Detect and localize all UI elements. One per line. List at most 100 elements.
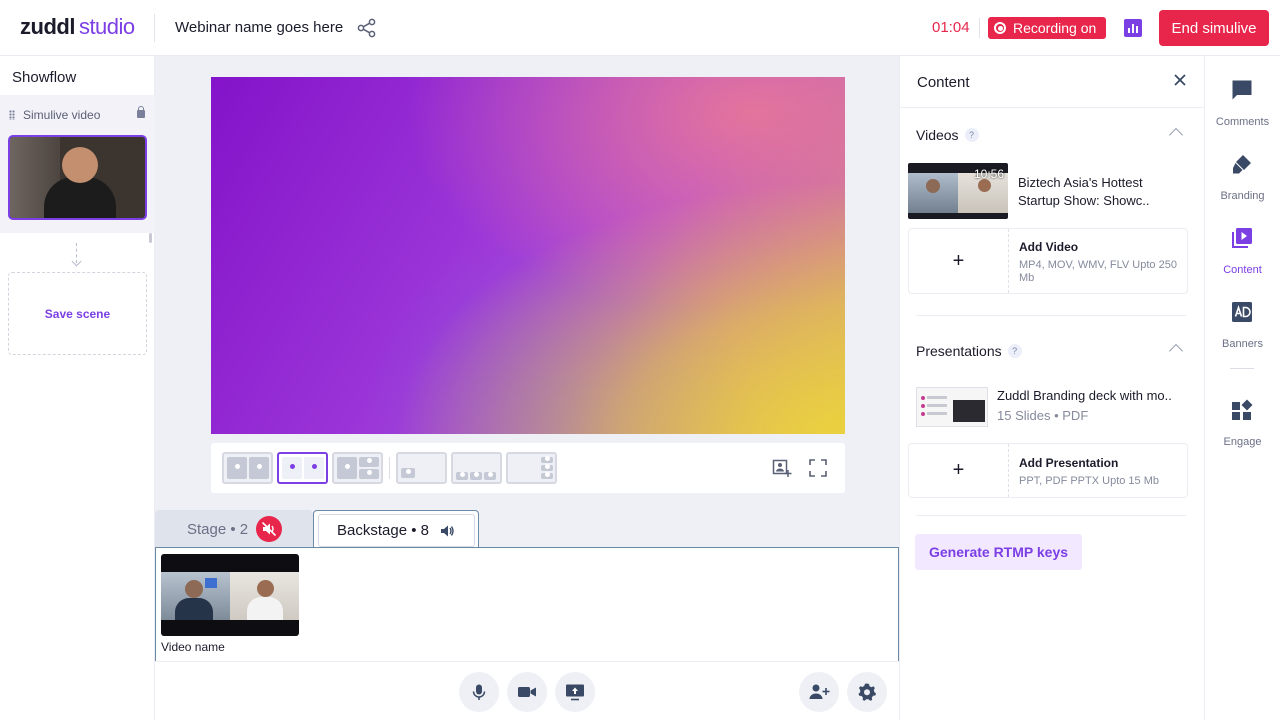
end-simulive-button[interactable]: End simulive bbox=[1159, 10, 1269, 46]
videos-section-title: Videos ? bbox=[916, 127, 979, 143]
video-duration: 10:56 bbox=[973, 167, 1004, 181]
scene-card[interactable]: Simulive video bbox=[0, 95, 155, 233]
top-bar: zuddl studio Webinar name goes here 01:04… bbox=[0, 0, 1280, 56]
share-icon[interactable] bbox=[357, 18, 377, 38]
timer-divider bbox=[979, 18, 980, 38]
rail-label-comments: Comments bbox=[1215, 116, 1270, 128]
ad-icon bbox=[1232, 302, 1252, 322]
chevron-up-icon[interactable] bbox=[1168, 343, 1184, 359]
rail-item-engage[interactable]: Engage bbox=[1205, 399, 1280, 461]
layout-option-screen-bottom-row[interactable] bbox=[451, 452, 502, 484]
backstage-panel: Video name bbox=[155, 547, 899, 661]
presentations-title-text: Presentations bbox=[916, 343, 1002, 359]
slide-bullet bbox=[921, 412, 925, 416]
layout-option-two-up[interactable] bbox=[277, 452, 328, 484]
slide-bullet bbox=[921, 396, 925, 400]
muted-speaker-icon[interactable] bbox=[256, 516, 283, 542]
help-icon[interactable]: ? bbox=[964, 128, 979, 142]
layout-cell bbox=[359, 457, 379, 467]
thumbnail-person-body bbox=[175, 598, 213, 620]
layout-cell bbox=[470, 472, 482, 480]
settings-button[interactable] bbox=[847, 672, 887, 712]
logo-brand: zuddl bbox=[20, 14, 75, 39]
save-scene-button[interactable]: Save scene bbox=[8, 272, 147, 355]
add-overlay-icon[interactable] bbox=[772, 458, 792, 478]
rail-label-content: Content bbox=[1223, 264, 1262, 276]
showflow-title: Showflow bbox=[12, 69, 77, 86]
add-person-icon bbox=[809, 684, 830, 699]
presentation-title: Zuddl Branding deck with mo.. bbox=[997, 388, 1172, 403]
rail-item-content[interactable]: Content bbox=[1205, 227, 1280, 289]
layout-cell bbox=[484, 472, 496, 480]
logo: zuddl studio bbox=[20, 14, 135, 40]
screen-share-button[interactable] bbox=[555, 672, 595, 712]
fullscreen-icon[interactable] bbox=[809, 459, 827, 477]
slide-bullet bbox=[921, 404, 925, 408]
rail-divider bbox=[1230, 368, 1254, 369]
add-presentation-card[interactable]: + Add Presentation PPT, PDF PPTX Upto 15… bbox=[908, 443, 1188, 498]
slide-line bbox=[927, 396, 947, 399]
videos-title-text: Videos bbox=[916, 127, 959, 143]
thumbnail-person-head bbox=[257, 580, 274, 597]
thumbnail-person-body bbox=[44, 177, 116, 218]
add-video-label: Add Video bbox=[1019, 240, 1079, 254]
drag-handle-icon[interactable] bbox=[9, 110, 15, 120]
layout-option-screen-side-row[interactable] bbox=[506, 452, 557, 484]
flow-arrow-icon bbox=[76, 243, 77, 263]
layout-cell bbox=[337, 457, 357, 479]
video-list-item[interactable]: 10:56 Biztech Asia's Hottest Startup Sho… bbox=[908, 163, 1198, 219]
thumbnail-logo bbox=[205, 578, 217, 588]
speaker-icon[interactable] bbox=[439, 523, 455, 539]
thumbnail-person-body bbox=[247, 597, 283, 620]
stage-preview bbox=[211, 77, 845, 434]
layout-option-screen-pip[interactable] bbox=[396, 452, 447, 484]
backstage-video-thumbnail[interactable] bbox=[161, 554, 299, 636]
header-divider bbox=[154, 14, 155, 42]
presentation-list-item[interactable]: Zuddl Branding deck with mo.. 15 Slides … bbox=[916, 385, 1196, 427]
content-panel: Content Videos ? 10:56 Biztech Asia's Ho… bbox=[899, 56, 1206, 720]
add-presentation-description: PPT, PDF PPTX Upto 15 Mb bbox=[1019, 475, 1159, 487]
layout-cell bbox=[401, 468, 415, 478]
sidebar-scrollbar[interactable] bbox=[149, 233, 152, 243]
toolbar-divider bbox=[389, 457, 390, 479]
rail-item-comments[interactable]: Comments bbox=[1205, 79, 1280, 141]
tab-stage[interactable]: Stage • 2 bbox=[155, 510, 313, 548]
video-title: Biztech Asia's Hottest Startup Show: Sho… bbox=[1018, 175, 1150, 208]
layout-cell bbox=[227, 457, 247, 479]
add-presentation-label: Add Presentation bbox=[1019, 456, 1119, 470]
rail-item-branding[interactable]: Branding bbox=[1205, 153, 1280, 215]
presentation-meta: 15 Slides • PDF bbox=[997, 408, 1089, 423]
layout-cell bbox=[304, 457, 324, 479]
widgets-icon bbox=[1232, 399, 1253, 420]
screen-share-icon bbox=[566, 684, 584, 701]
scene-thumbnail[interactable] bbox=[8, 135, 147, 220]
gear-icon bbox=[858, 683, 876, 701]
layout-cell bbox=[541, 456, 553, 463]
tab-backstage[interactable]: Backstage • 8 bbox=[318, 514, 475, 547]
rail-label-engage: Engage bbox=[1223, 436, 1262, 448]
add-video-card[interactable]: + Add Video MP4, MOV, WMV, FLV Upto 250 … bbox=[908, 228, 1188, 294]
layout-option-grid[interactable] bbox=[332, 452, 383, 484]
tab-backstage-label: Backstage • 8 bbox=[337, 522, 429, 539]
logo-product: studio bbox=[78, 14, 135, 39]
close-icon[interactable] bbox=[1173, 73, 1187, 87]
generate-rtmp-keys-button[interactable]: Generate RTMP keys bbox=[915, 534, 1082, 570]
plus-icon: + bbox=[909, 229, 1009, 293]
plus-icon: + bbox=[909, 444, 1009, 497]
layout-cell bbox=[456, 472, 468, 480]
invite-participant-button[interactable] bbox=[799, 672, 839, 712]
camera-icon bbox=[518, 687, 536, 697]
scene-header: Simulive video bbox=[9, 108, 100, 122]
right-rail: Comments Branding Content Banners Engage bbox=[1205, 56, 1280, 720]
brush-icon bbox=[1233, 155, 1251, 174]
analytics-icon[interactable] bbox=[1124, 19, 1142, 37]
help-icon[interactable]: ? bbox=[1007, 344, 1022, 358]
camera-button[interactable] bbox=[507, 672, 547, 712]
recording-label: Recording on bbox=[1013, 20, 1097, 36]
rail-item-banners[interactable]: Banners bbox=[1205, 301, 1280, 363]
tab-stage-label: Stage • 2 bbox=[187, 520, 249, 538]
microphone-button[interactable] bbox=[459, 672, 499, 712]
content-panel-header: Content bbox=[900, 56, 1206, 108]
layout-option-side-by-side[interactable] bbox=[222, 452, 273, 484]
chevron-up-icon[interactable] bbox=[1168, 127, 1184, 143]
